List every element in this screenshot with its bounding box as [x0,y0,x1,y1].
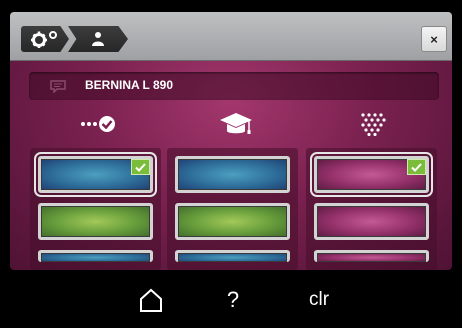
help-icon: ? [226,287,240,312]
column-header-1 [74,111,124,137]
color-tile-pink[interactable] [310,152,433,197]
top-bar: × [10,12,452,61]
color-tile-partial[interactable] [175,250,290,262]
dots-check-icon [81,116,115,132]
color-tile-green[interactable] [38,203,153,240]
settings-gears-icon [31,31,57,48]
clear-label: clr [308,289,330,310]
bottom-nav-bar: ? clr [0,270,462,328]
column-3 [306,148,437,270]
checkmark-icon [411,162,422,172]
dot-pattern-icon [361,113,386,136]
machine-info-bar: BERNINA L 890 [29,72,439,100]
check-badge [131,159,150,175]
close-button[interactable]: × [421,26,447,52]
checkmark-icon [135,162,146,172]
column-header-3 [353,111,393,137]
check-badge [407,159,426,175]
column-header-2 [211,111,261,137]
graduation-cap-icon [220,113,252,134]
color-tile-green[interactable] [175,203,290,240]
message-icon [50,80,66,93]
column-1 [30,148,161,270]
settings-screen: × BERNINA L 890 [10,12,452,270]
machine-name: BERNINA L 890 [85,78,174,92]
clear-button[interactable]: clr [303,285,335,315]
color-tile-partial[interactable] [38,250,153,262]
home-icon [140,288,162,312]
help-button[interactable]: ? [223,285,243,315]
breadcrumb-settings[interactable] [21,26,69,52]
user-icon [92,32,104,46]
color-tile-blue[interactable] [175,156,290,193]
color-tile-partial[interactable] [314,250,429,262]
color-tile-blue[interactable] [34,152,157,197]
breadcrumb-user[interactable] [68,26,128,52]
close-icon: × [430,31,438,47]
home-button[interactable] [137,285,165,315]
color-tile-pink[interactable] [314,203,429,240]
column-2 [167,148,298,270]
